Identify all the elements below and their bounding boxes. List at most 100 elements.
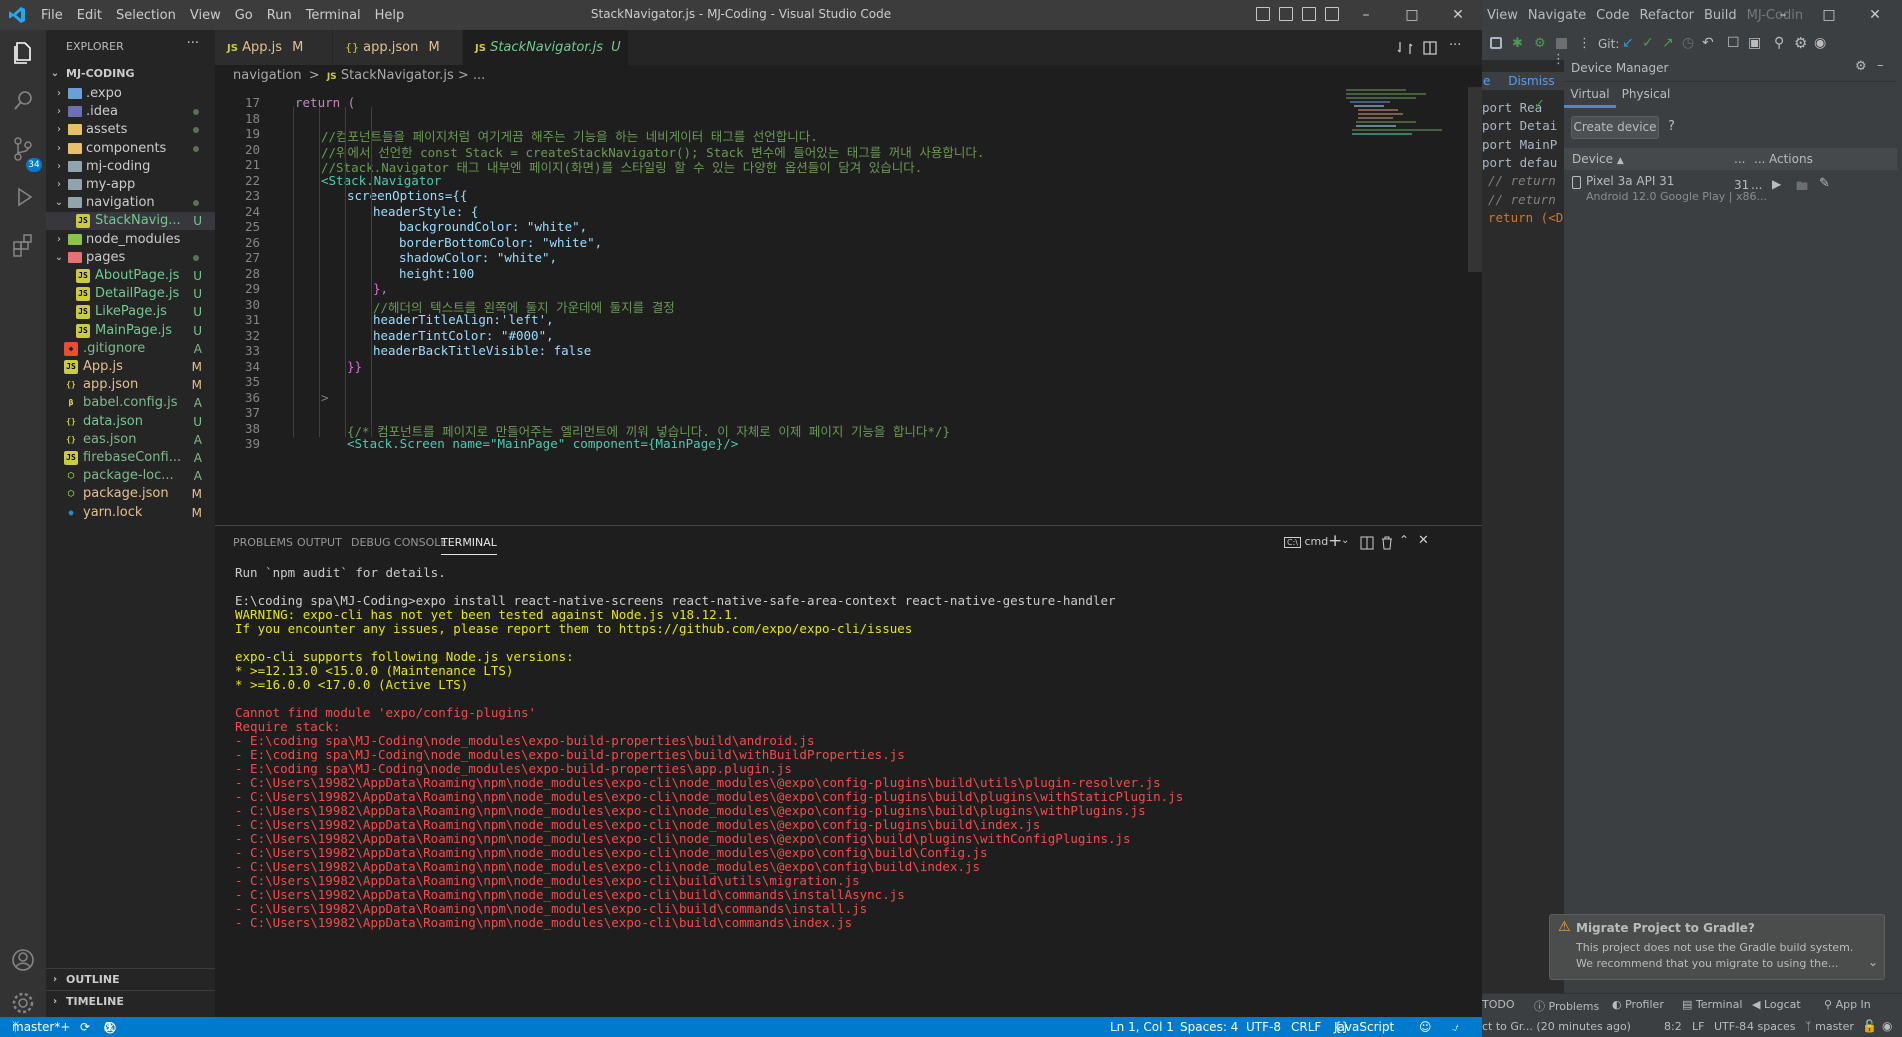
stop-icon[interactable]: [1556, 38, 1567, 49]
tool-problems[interactable]: ⓘ Problems: [1534, 998, 1599, 1014]
split-terminal-icon[interactable]: [1360, 536, 1374, 550]
tree-item-detailpage-file[interactable]: JS DetailPage.js U: [46, 285, 215, 303]
trash-icon[interactable]: [1380, 536, 1394, 550]
studio-eol[interactable]: LF: [1692, 1020, 1704, 1033]
device-row[interactable]: Pixel 3a API 31 Android 12.0 Google Play…: [1564, 170, 1897, 214]
tab-physical[interactable]: Physical: [1616, 82, 1676, 108]
tree-item-app-json-file[interactable]: {} app.json M: [46, 376, 215, 394]
panel-tab-debug-console[interactable]: DEBUG CONSOLE: [351, 536, 447, 549]
outline-section[interactable]: › OUTLINE: [46, 968, 215, 990]
studio-status-message[interactable]: ct to Gr... (20 minutes ago): [1482, 1020, 1631, 1033]
studio-menu-refactor[interactable]: Refactor: [1634, 8, 1699, 23]
hide-panel-icon[interactable]: –: [1877, 58, 1884, 73]
panel-tab-problems[interactable]: PROBLEMS: [233, 536, 293, 549]
tree-item-components-folder[interactable]: › components: [46, 140, 215, 158]
push-icon[interactable]: ↗: [1662, 35, 1674, 51]
update-project-icon[interactable]: ↙: [1622, 35, 1634, 51]
tree-item-assets-folder[interactable]: › assets: [46, 121, 215, 139]
column-api[interactable]: ...: [1734, 148, 1745, 170]
menu-view[interactable]: View: [183, 8, 228, 23]
toggle-primary-sidebar-icon[interactable]: [1256, 7, 1270, 21]
debug-icon[interactable]: ✱: [1512, 36, 1523, 51]
history-icon[interactable]: ◷: [1682, 35, 1694, 51]
account-icon[interactable]: [8, 945, 38, 975]
migrate-notification[interactable]: ⚠ Migrate Project to Gradle? This projec…: [1549, 914, 1885, 980]
tree-item-idea-folder[interactable]: › .idea: [46, 103, 215, 121]
studio-menu-build[interactable]: Build: [1699, 8, 1742, 23]
close-icon[interactable]: ✕: [1435, 0, 1481, 30]
tree-item-my-app-folder[interactable]: › my-app: [46, 176, 215, 194]
tab-app-js[interactable]: JS App.js M: [215, 30, 332, 65]
toggle-secondary-sidebar-icon[interactable]: [1302, 7, 1316, 21]
encoding-status[interactable]: UTF-8: [1246, 1017, 1281, 1037]
editor-more-actions-icon[interactable]: ···: [1449, 38, 1461, 53]
run-debug-icon[interactable]: [8, 182, 38, 212]
workspace-root[interactable]: ⌄ MJ-CODING: [46, 63, 215, 85]
timeline-section[interactable]: › TIMELINE: [46, 990, 215, 1012]
column-device[interactable]: Device ▲: [1572, 148, 1624, 172]
toggle-panel-icon[interactable]: [1279, 7, 1293, 21]
editor-scrollbar[interactable]: [1468, 87, 1482, 272]
tree-item-package-json-file[interactable]: ⬡ package.json M: [46, 485, 215, 503]
maximize-icon[interactable]: □: [1389, 0, 1435, 30]
menu-selection[interactable]: Selection: [109, 8, 183, 23]
studio-settings-icon[interactable]: ⚙: [1794, 34, 1807, 52]
tree-item-data-json-file[interactable]: {} data.json U: [46, 413, 215, 431]
search-icon[interactable]: [8, 86, 38, 116]
tree-item-expo-folder[interactable]: › .expo: [46, 85, 215, 103]
tree-item-navigation-folder[interactable]: ⌄ navigation: [46, 194, 215, 212]
split-editor-icon[interactable]: [1422, 40, 1438, 56]
launch-device-icon[interactable]: ▶: [1772, 177, 1781, 191]
feedback-icon[interactable]: ☺: [1419, 1017, 1432, 1037]
eol-status[interactable]: CRLF: [1291, 1017, 1321, 1037]
tree-item-package-lock-file[interactable]: ⬡ package-loc... A: [46, 467, 215, 485]
studio-caret-position[interactable]: 8:2: [1664, 1020, 1682, 1033]
breadcrumb-symbols[interactable]: > ...: [458, 68, 485, 83]
tool-app-inspection[interactable]: ⚲ App In: [1824, 998, 1871, 1011]
cursor-position[interactable]: Ln 1, Col 1: [1110, 1017, 1174, 1037]
tree-item-yarn-lock-file[interactable]: ● yarn.lock M: [46, 504, 215, 522]
tool-profiler[interactable]: ◐ Profiler: [1612, 998, 1664, 1011]
tool-terminal[interactable]: ▤ Terminal: [1682, 998, 1742, 1011]
tool-logcat[interactable]: ◀ Logcat: [1752, 998, 1801, 1011]
breadcrumb-folder[interactable]: navigation: [233, 68, 302, 83]
help-icon[interactable]: ?: [1668, 119, 1675, 134]
expand-notification-icon[interactable]: ⌄: [1868, 955, 1878, 969]
code-editor[interactable]: 17 return (18 19//컴포넌트들을 페이지처럼 여기게끔 해주는 기능…: [215, 87, 1482, 525]
studio-profile-icon[interactable]: ◉: [1814, 35, 1826, 51]
tab-stacknavigator-js[interactable]: JS StackNavigator.js U ×: [463, 30, 628, 91]
studio-encoding[interactable]: UTF-8: [1714, 1020, 1746, 1033]
sdk-manager-icon[interactable]: ▣: [1748, 35, 1761, 51]
tree-item-aboutpage-file[interactable]: JS AboutPage.js U: [46, 267, 215, 285]
notifications-bell-icon[interactable]: ⍻: [1452, 1017, 1459, 1037]
studio-branch[interactable]: ᛉ master: [1805, 1020, 1854, 1033]
minimize-icon[interactable]: –: [1343, 0, 1389, 30]
column-more[interactable]: ...: [1754, 148, 1765, 170]
maximize-panel-icon[interactable]: ⌃: [1399, 533, 1409, 547]
rollback-icon[interactable]: ↶: [1702, 35, 1714, 51]
lock-icon[interactable]: 🔓: [1862, 1019, 1877, 1033]
tree-item-mainpage-file[interactable]: JS MainPage.js U: [46, 322, 215, 340]
menu-file[interactable]: File: [34, 8, 70, 23]
terminal-selector[interactable]: C:\ cmd: [1284, 535, 1328, 548]
extensions-icon[interactable]: [8, 230, 38, 260]
tree-item-gitignore-file[interactable]: ◆ .gitignore A: [46, 340, 215, 358]
panel-settings-icon[interactable]: ⚙: [1855, 59, 1867, 74]
commit-icon[interactable]: ✓: [1642, 35, 1654, 51]
customize-layout-icon[interactable]: [1325, 7, 1339, 21]
attach-icon[interactable]: ⚙: [1534, 36, 1546, 51]
indentation-status[interactable]: Spaces: 4: [1180, 1017, 1238, 1037]
breadcrumb-file[interactable]: StackNavigator.js: [341, 68, 454, 83]
chevron-down-icon[interactable]: ⌄: [1341, 535, 1349, 546]
edit-device-icon[interactable]: ✎: [1819, 176, 1830, 191]
device-manager-icon[interactable]: ☐: [1727, 35, 1740, 51]
dismiss-link[interactable]: Dismiss: [1508, 74, 1554, 88]
studio-menu-code[interactable]: Code: [1591, 8, 1634, 23]
vertical-more-icon[interactable]: ⋮: [1578, 36, 1591, 51]
tree-item-app-js-file[interactable]: JS App.js M: [46, 358, 215, 376]
tree-item-firebase-config-file[interactable]: JS firebaseConfi... A: [46, 449, 215, 467]
menu-help[interactable]: Help: [368, 8, 412, 23]
studio-dismiss-tab[interactable]: e Dismiss: [1482, 72, 1564, 90]
panel-tab-terminal[interactable]: TERMINAL: [441, 536, 497, 555]
memory-icon[interactable]: ◉: [1882, 1019, 1892, 1033]
